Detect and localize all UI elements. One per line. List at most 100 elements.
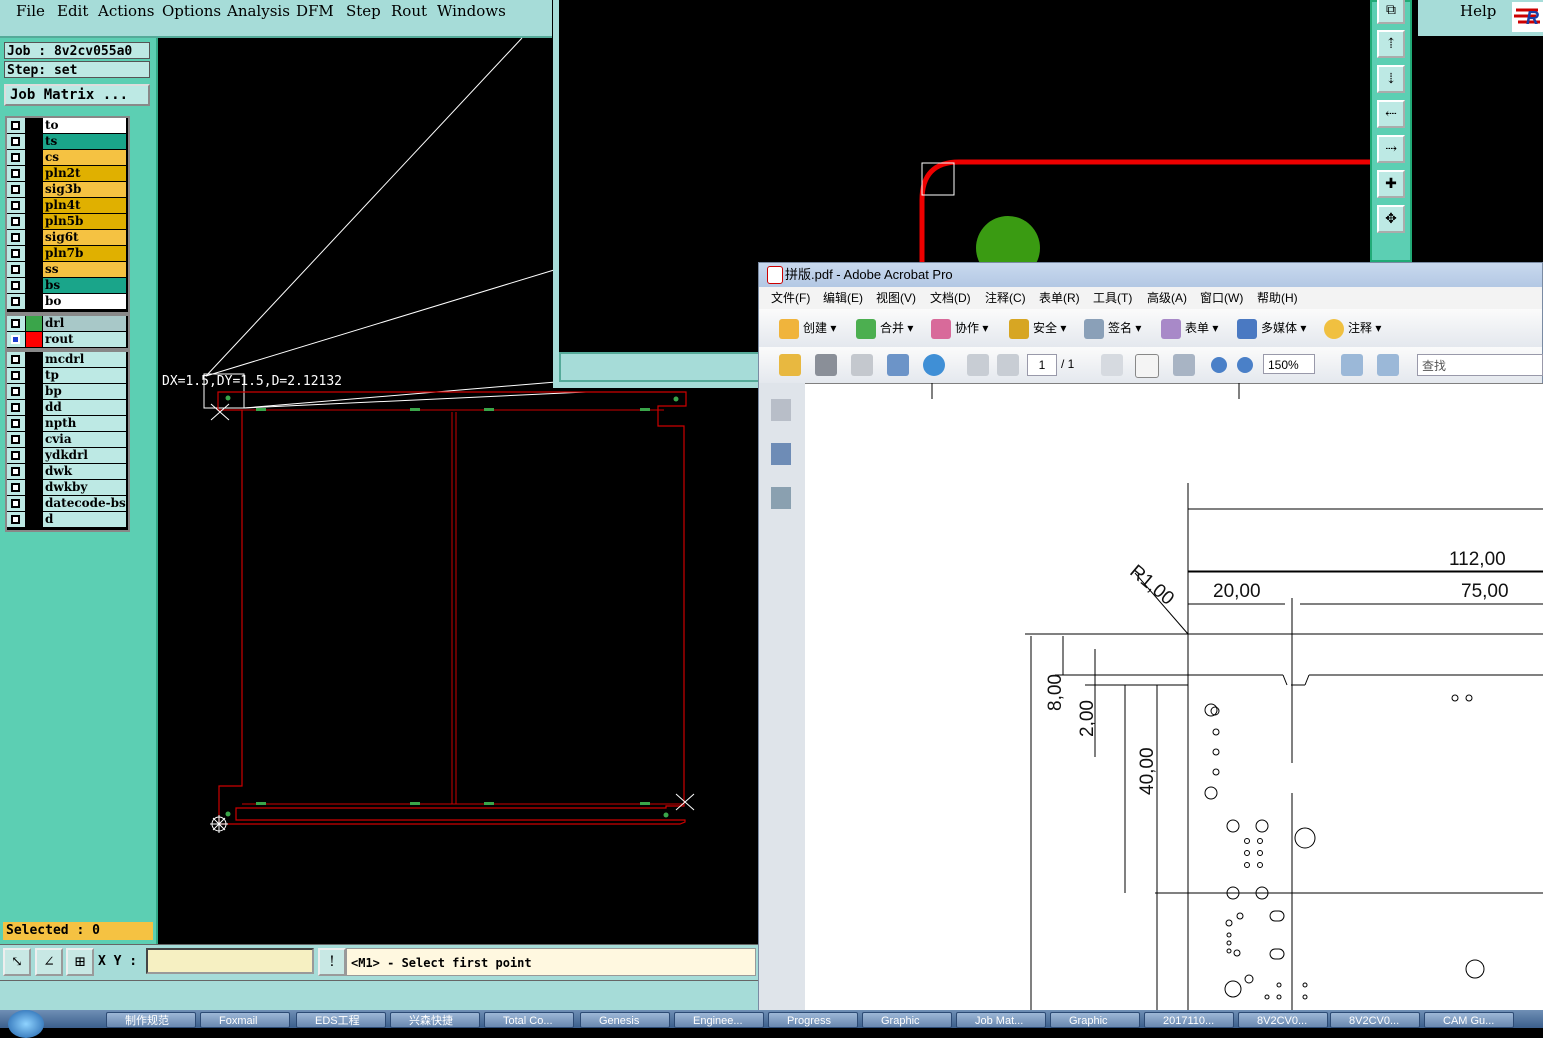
forms-button[interactable]: 表单 ▾ — [1161, 317, 1218, 339]
layer-checkbox[interactable] — [11, 419, 20, 428]
layer-row[interactable]: pln7b — [7, 246, 128, 262]
measure-mode-icon[interactable]: ∠ — [35, 948, 63, 976]
xy-input[interactable] — [146, 948, 314, 974]
layer-checkbox[interactable] — [11, 169, 20, 178]
layer-row[interactable]: pln5b — [7, 214, 128, 230]
layer-checkbox[interactable] — [11, 387, 20, 396]
layer-row[interactable]: datecode-bs — [7, 496, 128, 512]
layer-name[interactable]: d — [43, 512, 126, 527]
layer-checkbox[interactable] — [11, 371, 20, 380]
menu-analysis[interactable]: Analysis — [227, 2, 290, 20]
layer-name[interactable]: bs — [43, 278, 126, 293]
menu-file[interactable]: File — [16, 2, 45, 20]
pdf-document-view[interactable]: 112,00 20,00 75,00 R1,00 8,00 2,00 40,00 — [805, 383, 1543, 1011]
taskbar-button[interactable]: Progress — [768, 1012, 858, 1028]
zoom-page-icon[interactable]: ⧉ — [1377, 0, 1405, 24]
next-page-icon[interactable] — [997, 354, 1019, 376]
pan-up-icon[interactable]: ⇡ — [1377, 30, 1405, 58]
layer-row[interactable]: dwkby — [7, 480, 128, 496]
sign-button[interactable]: 签名 ▾ — [1084, 317, 1141, 339]
layer-row[interactable]: ydkdrl — [7, 448, 128, 464]
acro-menu-window[interactable]: 窗口(W) — [1200, 287, 1243, 309]
taskbar-button[interactable]: 制作规范 — [106, 1012, 196, 1028]
layer-name[interactable]: dd — [43, 400, 126, 415]
layer-name[interactable]: dwk — [43, 464, 126, 479]
combine-button[interactable]: 合并 ▾ — [856, 317, 913, 339]
alert-icon[interactable]: ! — [318, 948, 346, 976]
layer-row[interactable]: bp — [7, 384, 128, 400]
taskbar-button[interactable]: Enginee... — [674, 1012, 764, 1028]
layer-name[interactable]: npth — [43, 416, 126, 431]
layer-name[interactable]: drl — [43, 316, 126, 331]
pan-right-icon[interactable]: ⇢ — [1377, 135, 1405, 163]
page-number-input[interactable]: 1 — [1027, 354, 1057, 376]
layer-checkbox[interactable] — [11, 201, 20, 210]
select-text-icon[interactable] — [1101, 354, 1123, 376]
acro-menu-advanced[interactable]: 高级(A) — [1147, 287, 1187, 309]
layer-row[interactable]: d — [7, 512, 128, 528]
layer-row[interactable]: mcdrl — [7, 352, 128, 368]
pages-icon[interactable] — [771, 399, 791, 421]
layer-checkbox[interactable] — [11, 233, 20, 242]
layer-row[interactable]: dd — [7, 400, 128, 416]
menu-windows[interactable]: Windows — [437, 2, 506, 20]
fit-page-icon[interactable] — [1377, 354, 1399, 376]
layer-checkbox[interactable] — [11, 265, 20, 274]
layer-name[interactable]: tp — [43, 368, 126, 383]
layer-row[interactable]: pln4t — [7, 198, 128, 214]
layer-checkbox[interactable] — [11, 335, 20, 344]
layer-checkbox[interactable] — [11, 451, 20, 460]
layer-row[interactable]: dwk — [7, 464, 128, 480]
zoom-out-icon[interactable]: ✥ — [1377, 205, 1405, 233]
taskbar-button[interactable]: CAM Gu... — [1424, 1012, 1514, 1028]
layer-name[interactable]: pln4t — [43, 198, 126, 213]
layer-name[interactable]: datecode-bs — [43, 496, 126, 511]
layer-row[interactable]: sig3b — [7, 182, 128, 198]
acro-menu-file[interactable]: 文件(F) — [771, 287, 810, 309]
prev-page-icon[interactable] — [967, 354, 989, 376]
layer-checkbox[interactable] — [11, 137, 20, 146]
acro-menu-comments[interactable]: 注释(C) — [985, 287, 1026, 309]
taskbar-button[interactable]: Total Co... — [484, 1012, 574, 1028]
menu-step[interactable]: Step — [346, 2, 381, 20]
layer-row[interactable]: sig6t — [7, 230, 128, 246]
layer-name[interactable]: ydkdrl — [43, 448, 126, 463]
layer-checkbox[interactable] — [11, 297, 20, 306]
zoom-in-icon[interactable]: ✚ — [1377, 170, 1405, 198]
layer-name[interactable]: pln5b — [43, 214, 126, 229]
acro-menu-view[interactable]: 视图(V) — [876, 287, 916, 309]
layer-checkbox[interactable] — [11, 319, 20, 328]
job-matrix-button[interactable]: Job Matrix ... — [4, 84, 150, 106]
zoom-in-icon[interactable] — [1237, 357, 1253, 373]
layer-name[interactable]: mcdrl — [43, 352, 126, 367]
hand-tool-icon[interactable] — [1135, 354, 1159, 378]
layer-name[interactable]: sig3b — [43, 182, 126, 197]
layer-checkbox[interactable] — [11, 153, 20, 162]
layer-row[interactable]: cs — [7, 150, 128, 166]
open-icon[interactable] — [779, 354, 801, 376]
taskbar-button[interactable]: Foxmail — [200, 1012, 290, 1028]
acro-menu-help[interactable]: 帮助(H) — [1257, 287, 1298, 309]
layer-name[interactable]: cs — [43, 150, 126, 165]
signatures-icon[interactable] — [771, 487, 791, 509]
layer-name[interactable]: sig6t — [43, 230, 126, 245]
pan-left-icon[interactable]: ⇠ — [1377, 100, 1405, 128]
email-icon[interactable] — [887, 354, 909, 376]
bookmarks-icon[interactable] — [771, 443, 791, 465]
zoom-tool-icon[interactable] — [1173, 354, 1195, 376]
layer-checkbox[interactable] — [11, 185, 20, 194]
save-icon[interactable] — [851, 354, 873, 376]
layer-checkbox[interactable] — [11, 435, 20, 444]
pan-down-icon[interactable]: ⇣ — [1377, 65, 1405, 93]
grid-icon[interactable]: ⊞ — [66, 948, 94, 976]
taskbar-button[interactable]: 2017110... — [1144, 1012, 1234, 1028]
acro-menu-document[interactable]: 文档(D) — [930, 287, 971, 309]
layer-checkbox[interactable] — [11, 467, 20, 476]
comment-button[interactable]: 注释 ▾ — [1324, 317, 1381, 339]
layer-row[interactable]: ss — [7, 262, 128, 278]
layer-row[interactable]: bs — [7, 278, 128, 294]
collaborate-button[interactable]: 协作 ▾ — [931, 317, 988, 339]
menu-options[interactable]: Options — [162, 2, 221, 20]
layer-row[interactable]: ts — [7, 134, 128, 150]
taskbar-button[interactable]: Genesis — [580, 1012, 670, 1028]
